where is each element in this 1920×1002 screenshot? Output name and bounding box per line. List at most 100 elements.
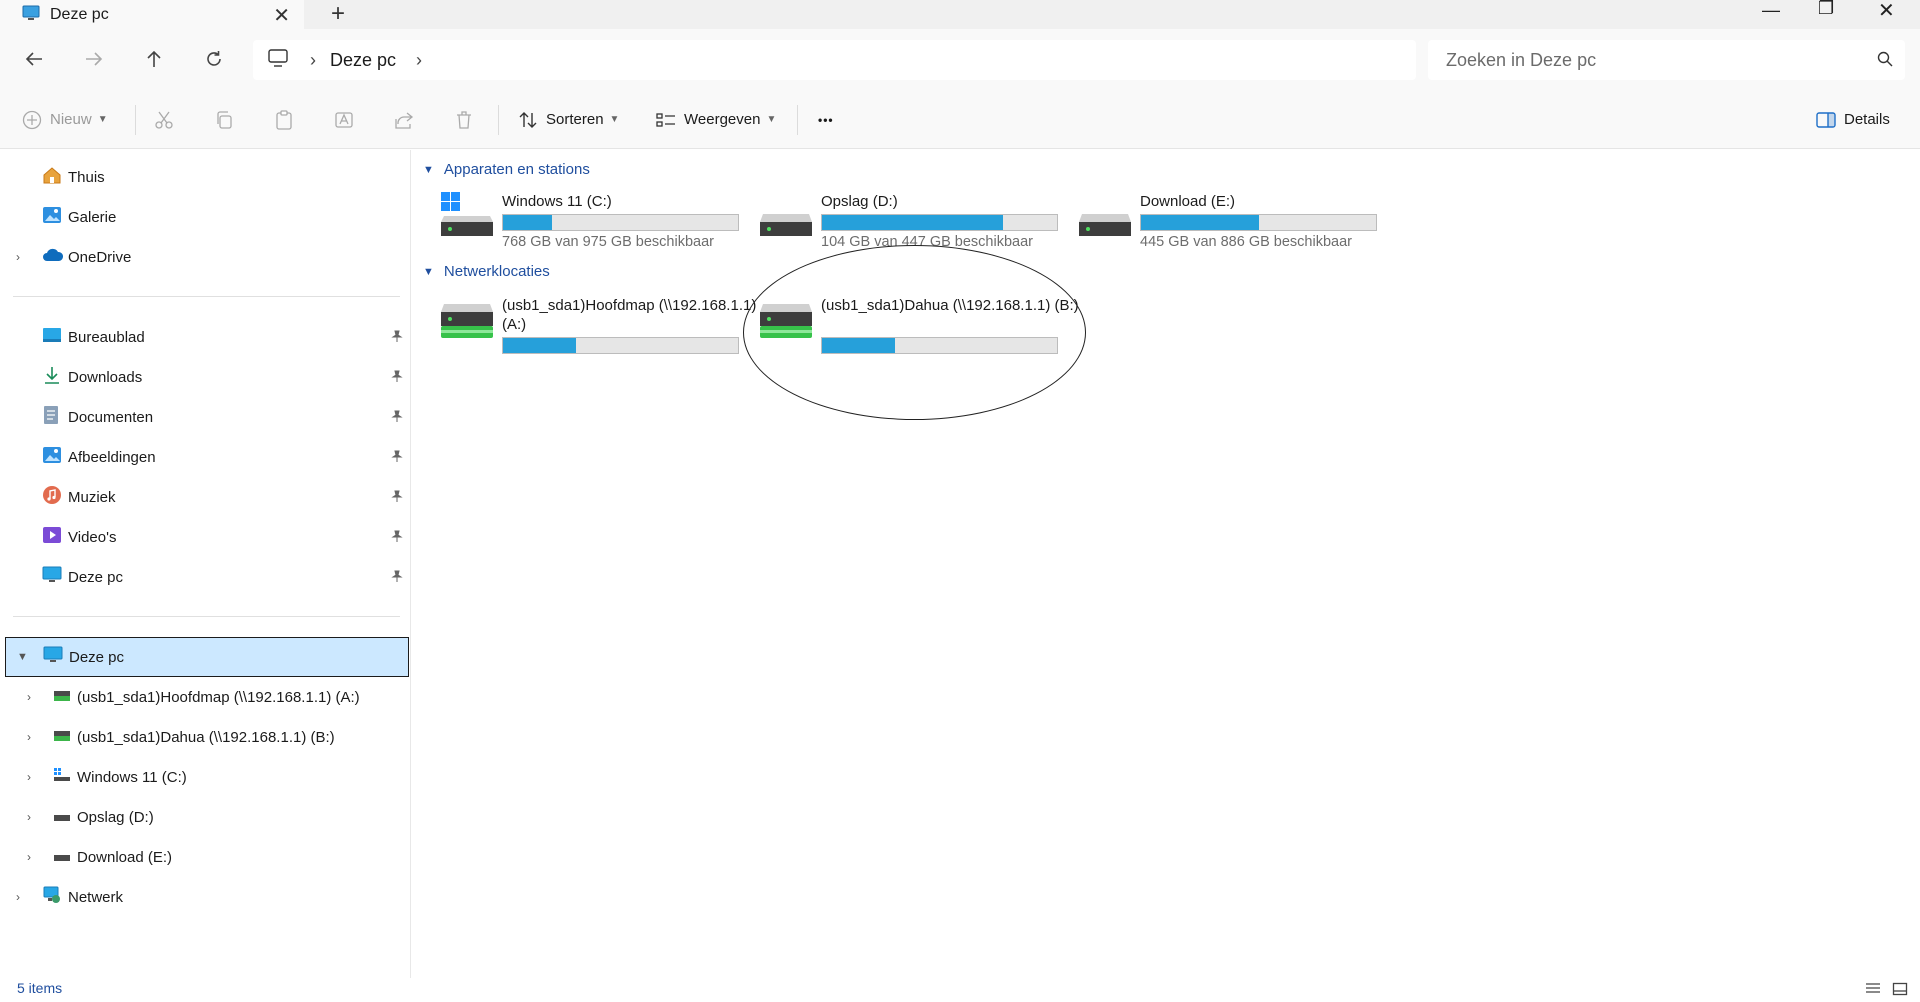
drive-free-space: 104 GB van 447 GB beschikbaar [821,234,1033,250]
pin-icon[interactable] [391,449,403,466]
pin-icon[interactable] [391,489,403,506]
drive-tile-e[interactable]: Download (E:) 445 GB van 886 GB beschikb… [1078,192,1388,262]
navigation-pane: Thuis Galerie › OneDrive Bureaublad Down… [0,150,411,978]
chevron-down-icon: ▼ [766,114,777,125]
sidebar-item-afbeeldingen[interactable]: Afbeeldingen [0,440,411,474]
sidebar-item-label: OneDrive [68,248,132,266]
arrow-up-icon [147,50,161,67]
share-icon [395,111,414,129]
copy-button[interactable] [214,90,234,149]
drive-tile-d[interactable]: Opslag (D:) 104 GB van 447 GB beschikbaa… [759,192,1069,262]
more-options-button[interactable]: ••• [818,90,834,149]
breadcrumb-deze-pc[interactable]: Deze pc [330,50,396,71]
delete-button[interactable] [454,90,474,149]
paste-button[interactable] [274,90,294,149]
sidebar-item-videos[interactable]: Video's [0,520,411,554]
search-input[interactable]: Zoeken in Deze pc [1428,40,1905,80]
divider [13,616,400,617]
usage-bar [821,337,1058,354]
search-placeholder: Zoeken in Deze pc [1446,49,1597,70]
tab-deze-pc[interactable]: Deze pc ✕ [0,0,304,29]
pin-icon[interactable] [391,329,403,346]
pin-icon[interactable] [391,529,403,546]
copy-icon [217,110,232,129]
tiles-view-icon[interactable] [1892,982,1908,1000]
details-button[interactable]: Details [1816,90,1890,149]
content-pane: ▼ Apparaten en stations Windows 11 (C:) … [412,150,1920,978]
up-button[interactable] [138,43,170,75]
trash-icon [457,110,471,129]
sort-button[interactable]: Sorteren ▼ [518,90,619,149]
sidebar-item-galerie[interactable]: Galerie [0,200,411,234]
group-header-devices[interactable]: ▼ Apparaten en stations [423,161,590,178]
sidebar-item-label: Netwerk [68,888,124,906]
tree-item-drive-e[interactable]: › Download (E:) [0,840,411,874]
chevron-right-icon[interactable]: › [27,770,31,784]
network-drive-tile-a[interactable]: (usb1_sda1)Hoofdmap (\\192.168.1.1) (A:) [440,294,756,364]
address-bar[interactable]: › Deze pc › [253,40,1416,80]
rename-button[interactable] [334,90,354,149]
chevron-down-icon: ▼ [609,114,620,125]
close-window-button[interactable]: ✕ [1878,0,1895,23]
usage-bar [502,214,739,231]
view-button[interactable]: Weergeven ▼ [656,90,776,149]
close-tab-icon[interactable]: ✕ [273,3,290,28]
sidebar-item-deze-pc-pinned[interactable]: Deze pc [0,560,411,594]
sidebar-item-onedrive[interactable]: › OneDrive [0,240,411,274]
new-button[interactable]: Nieuw ▼ [22,90,108,149]
chevron-right-icon[interactable]: › [27,690,31,704]
tree-item-drive-c[interactable]: › Windows 11 (C:) [0,760,411,794]
breadcrumb-chevron-icon[interactable]: › [310,50,316,71]
chevron-right-icon[interactable]: › [16,890,20,904]
refresh-button[interactable] [198,43,230,75]
usage-bar-fill [503,338,576,353]
divider [135,105,136,135]
pc-icon [22,5,40,25]
minimize-button[interactable]: — [1762,0,1780,21]
pictures-icon [42,446,62,468]
home-icon [42,166,62,188]
new-tab-button[interactable]: + [331,0,345,28]
view-label: Weergeven [684,111,761,128]
sidebar-item-bureaublad[interactable]: Bureaublad [0,320,411,354]
sidebar-item-muziek[interactable]: Muziek [0,480,411,514]
tree-item-drive-d[interactable]: › Opslag (D:) [0,800,411,834]
drive-name: Windows 11 (C:) [502,193,612,210]
usage-bar-fill [822,338,895,353]
tree-item-label: Windows 11 (C:) [77,768,187,786]
cut-button[interactable] [154,90,174,149]
breadcrumb-chevron-icon[interactable]: › [416,50,422,71]
address-row: › Deze pc › Zoeken in Deze pc [0,29,1920,90]
pin-icon[interactable] [391,369,403,386]
sidebar-item-thuis[interactable]: Thuis [0,160,411,194]
chevron-right-icon[interactable]: › [27,850,31,864]
chevron-down-icon[interactable]: ▼ [17,651,28,663]
gallery-icon [42,206,62,228]
search-icon [1877,51,1893,71]
share-button[interactable] [394,90,414,149]
view-list-icon [656,112,675,127]
sidebar-item-label: Galerie [68,208,117,226]
sidebar-item-downloads[interactable]: Downloads [0,360,411,394]
back-button[interactable] [18,43,50,75]
pin-icon[interactable] [391,409,403,426]
details-view-icon[interactable] [1865,982,1881,1000]
chevron-right-icon[interactable]: › [16,250,20,264]
tree-item-drive-b[interactable]: › (usb1_sda1)Dahua (\\192.168.1.1) (B:) [0,720,411,754]
windows-drive-icon [53,768,71,786]
drive-tile-c[interactable]: Windows 11 (C:) 768 GB van 975 GB beschi… [440,192,750,262]
network-drive-tile-b[interactable]: (usb1_sda1)Dahua (\\192.168.1.1) (B:) [759,294,1079,364]
chevron-right-icon[interactable]: › [27,730,31,744]
group-header-network[interactable]: ▼ Netwerklocaties [423,263,550,280]
forward-button[interactable] [78,43,110,75]
tree-item-deze-pc[interactable]: ▼ Deze pc [5,637,409,677]
drive-free-space: 768 GB van 975 GB beschikbaar [502,234,714,250]
restore-button[interactable]: ❐ [1818,0,1834,19]
tree-item-drive-a[interactable]: › (usb1_sda1)Hoofdmap (\\192.168.1.1) (A… [0,680,411,714]
chevron-right-icon[interactable]: › [27,810,31,824]
details-pane-icon [1816,111,1836,128]
pin-icon[interactable] [391,569,403,586]
sidebar-item-label: Documenten [68,408,154,426]
sidebar-item-documenten[interactable]: Documenten [0,400,411,434]
tree-item-netwerk[interactable]: › Netwerk [0,880,411,914]
